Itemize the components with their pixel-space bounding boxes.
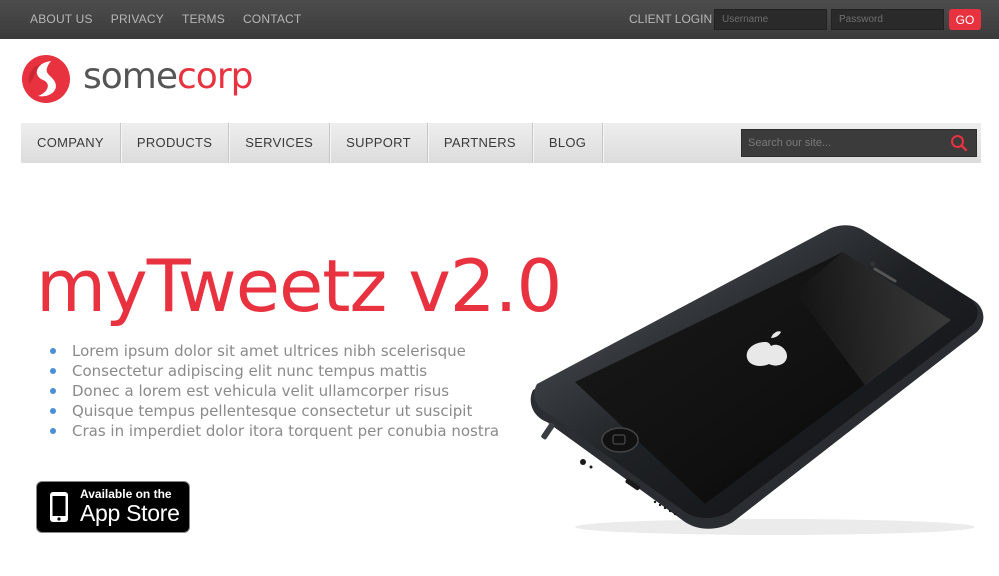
search-icon[interactable]: [950, 134, 968, 152]
top-links: ABOUT US PRIVACY TERMS CONTACT: [30, 12, 319, 26]
logo-wordmark: somecorp: [83, 55, 253, 97]
feature-item: Cras in imperdiet dolor itora torquent p…: [50, 421, 499, 441]
feature-item: Consectetur adipiscing elit nunc tempus …: [50, 361, 499, 381]
username-field[interactable]: [714, 9, 827, 30]
iphone-image: [530, 225, 984, 535]
hero-title: myTweetz v2.0: [36, 244, 562, 328]
iphone-icon: [50, 492, 68, 522]
top-link-privacy[interactable]: PRIVACY: [111, 12, 164, 26]
feature-item: Donec a lorem est vehicula velit ullamco…: [50, 381, 499, 401]
nav-item-company[interactable]: COMPANY: [21, 123, 121, 163]
feature-item: Lorem ipsum dolor sit amet ultrices nibh…: [50, 341, 499, 361]
feature-item: Quisque tempus pellentesque consectetur …: [50, 401, 499, 421]
search-box: [741, 129, 977, 157]
top-link-contact[interactable]: CONTACT: [243, 12, 302, 26]
nav-item-products[interactable]: PRODUCTS: [121, 123, 230, 163]
main-nav: COMPANY PRODUCTS SERVICES SUPPORT PARTNE…: [21, 123, 981, 163]
search-input[interactable]: [742, 130, 942, 156]
nav-item-blog[interactable]: BLOG: [533, 123, 604, 163]
nav-item-services[interactable]: SERVICES: [229, 123, 331, 163]
feature-list: Lorem ipsum dolor sit amet ultrices nibh…: [50, 341, 499, 441]
nav-item-partners[interactable]: PARTNERS: [428, 123, 533, 163]
client-login-label: CLIENT LOGIN: [629, 12, 713, 26]
top-bar: ABOUT US PRIVACY TERMS CONTACT CLIENT LO…: [0, 0, 999, 39]
app-store-line2: App Store: [80, 500, 180, 526]
go-button[interactable]: GO: [949, 9, 981, 30]
app-store-badge[interactable]: Available on the App Store: [36, 481, 190, 533]
app-store-text: Available on the App Store: [80, 488, 180, 526]
somecorp-logo-icon: [22, 55, 70, 103]
logo-text-corp: corp: [177, 55, 253, 97]
logo-text-some: some: [83, 55, 178, 97]
nav-item-support[interactable]: SUPPORT: [330, 123, 428, 163]
password-field[interactable]: [831, 9, 944, 30]
top-link-terms[interactable]: TERMS: [182, 12, 225, 26]
logo[interactable]: somecorp: [21, 54, 253, 104]
top-link-about-us[interactable]: ABOUT US: [30, 12, 93, 26]
